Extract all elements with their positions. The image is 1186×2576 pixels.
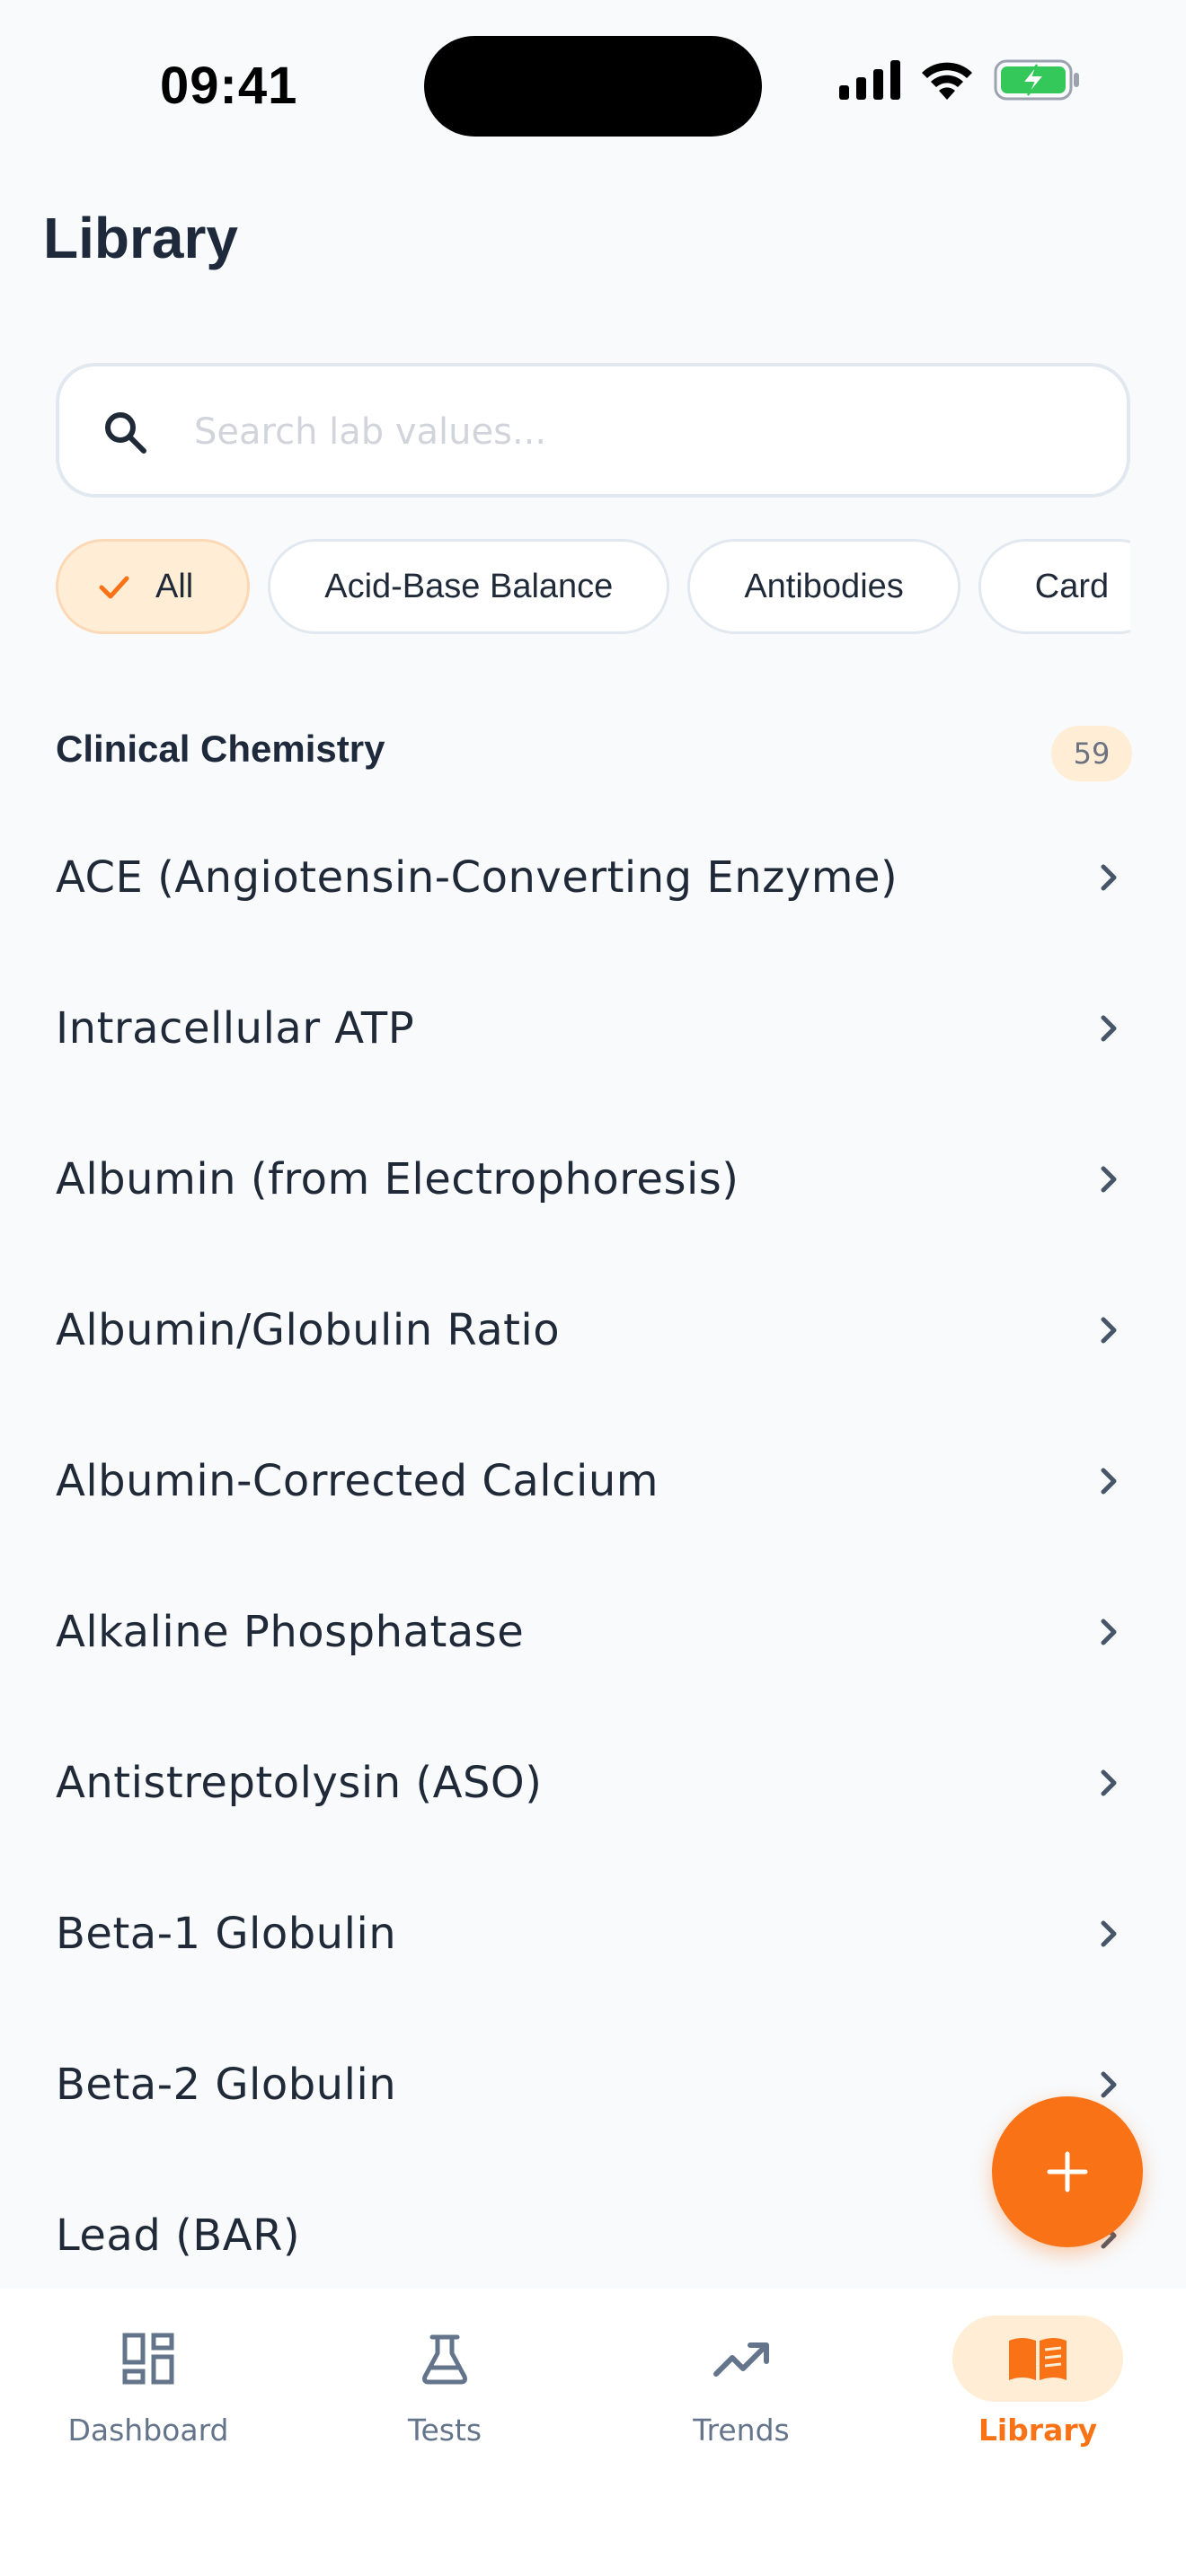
chevron-right-icon [1101, 1619, 1117, 1645]
dashboard-icon [122, 2333, 174, 2385]
book-icon [1009, 2338, 1067, 2380]
list-item-label: ACE (Angiotensin-Converting Enzyme) [56, 852, 898, 903]
wifi-icon [922, 62, 972, 100]
nav-label: Tests [407, 2413, 482, 2448]
chip-label: Card [1034, 567, 1110, 605]
lab-value-list: ACE (Angiotensin-Converting Enzyme) Intr… [0, 802, 1186, 2311]
nav-icon-container [359, 2316, 530, 2402]
add-button[interactable] [992, 2096, 1143, 2247]
nav-label: Dashboard [67, 2413, 229, 2448]
chevron-right-icon [1101, 1468, 1117, 1495]
list-item-label: Beta-2 Globulin [56, 2060, 397, 2110]
list-item[interactable]: ACE (Angiotensin-Converting Enzyme) [0, 802, 1186, 953]
list-item-label: Albumin (from Electrophoresis) [56, 1154, 739, 1204]
list-item-label: Antistreptolysin (ASO) [56, 1758, 543, 1808]
list-item-label: Intracellular ATP [56, 1003, 415, 1054]
dynamic-island [424, 36, 762, 137]
search-bar[interactable] [56, 363, 1130, 498]
search-input[interactable] [194, 393, 1093, 471]
chip-label: Antibodies [744, 567, 904, 605]
nav-item-dashboard[interactable]: Dashboard [0, 2289, 296, 2513]
list-item[interactable]: Beta-1 Globulin [0, 1858, 1186, 2009]
nav-label: Trends [693, 2413, 790, 2448]
section-title: Clinical Chemistry [56, 728, 385, 770]
status-time: 09:41 [160, 57, 298, 115]
nav-icon-container [952, 2316, 1123, 2402]
count-badge: 59 [1051, 726, 1132, 781]
chip-label: Acid-Base Balance [324, 567, 614, 605]
list-item[interactable]: Intracellular ATP [0, 953, 1186, 1104]
nav-icon-container [63, 2316, 234, 2402]
status-bar: 09:41 [0, 0, 1186, 171]
list-item[interactable]: Albumin/Globulin Ratio [0, 1255, 1186, 1406]
nav-item-tests[interactable]: Tests [296, 2289, 593, 2513]
nav-icon-container [656, 2316, 827, 2402]
list-item[interactable]: Antistreptolysin (ASO) [0, 1707, 1186, 1858]
list-item[interactable]: Alkaline Phosphatase [0, 1557, 1186, 1707]
chip-cardiac[interactable]: Card [978, 539, 1130, 634]
list-item-label: Albumin-Corrected Calcium [56, 1456, 659, 1506]
list-item-label: Beta-1 Globulin [56, 1909, 397, 1959]
chevron-right-icon [1101, 1015, 1117, 1042]
chip-antibodies[interactable]: Antibodies [687, 539, 960, 634]
list-item-label: Lead (BAR) [56, 2210, 301, 2261]
chip-acid-base-balance[interactable]: Acid-Base Balance [268, 539, 670, 634]
list-item-label: Alkaline Phosphatase [56, 1607, 525, 1657]
chevron-right-icon [1101, 1317, 1117, 1344]
filter-chips: All Acid-Base Balance Antibodies Card [56, 539, 1130, 638]
chevron-right-icon [1101, 2071, 1117, 2098]
nav-item-trends[interactable]: Trends [593, 2289, 890, 2513]
chip-all[interactable]: All [56, 539, 251, 634]
nav-label: Library [978, 2413, 1098, 2448]
page-title: Library [43, 206, 238, 270]
plus-icon [1047, 2151, 1088, 2192]
chevron-right-icon [1101, 1920, 1117, 1947]
cellular-signal-icon [839, 60, 900, 100]
list-item[interactable]: Albumin (from Electrophoresis) [0, 1104, 1186, 1255]
chip-label: All [155, 567, 194, 605]
list-item-label: Albumin/Globulin Ratio [56, 1305, 561, 1355]
bottom-nav: Dashboard Tests Trends Library [0, 2289, 1186, 2576]
chevron-right-icon [1101, 1769, 1117, 1796]
battery-charging-icon [994, 59, 1079, 101]
chevron-right-icon [1101, 1166, 1117, 1193]
nav-item-library[interactable]: Library [890, 2289, 1186, 2513]
flask-icon [422, 2334, 467, 2385]
list-item[interactable]: Albumin-Corrected Calcium [0, 1406, 1186, 1557]
search-icon [105, 412, 146, 454]
check-icon [99, 576, 129, 599]
chevron-right-icon [1101, 864, 1117, 891]
status-icons [839, 59, 1080, 101]
trending-up-icon [713, 2342, 769, 2377]
library-screen: 09:41 Library Search lab values... All A… [0, 0, 1186, 2576]
